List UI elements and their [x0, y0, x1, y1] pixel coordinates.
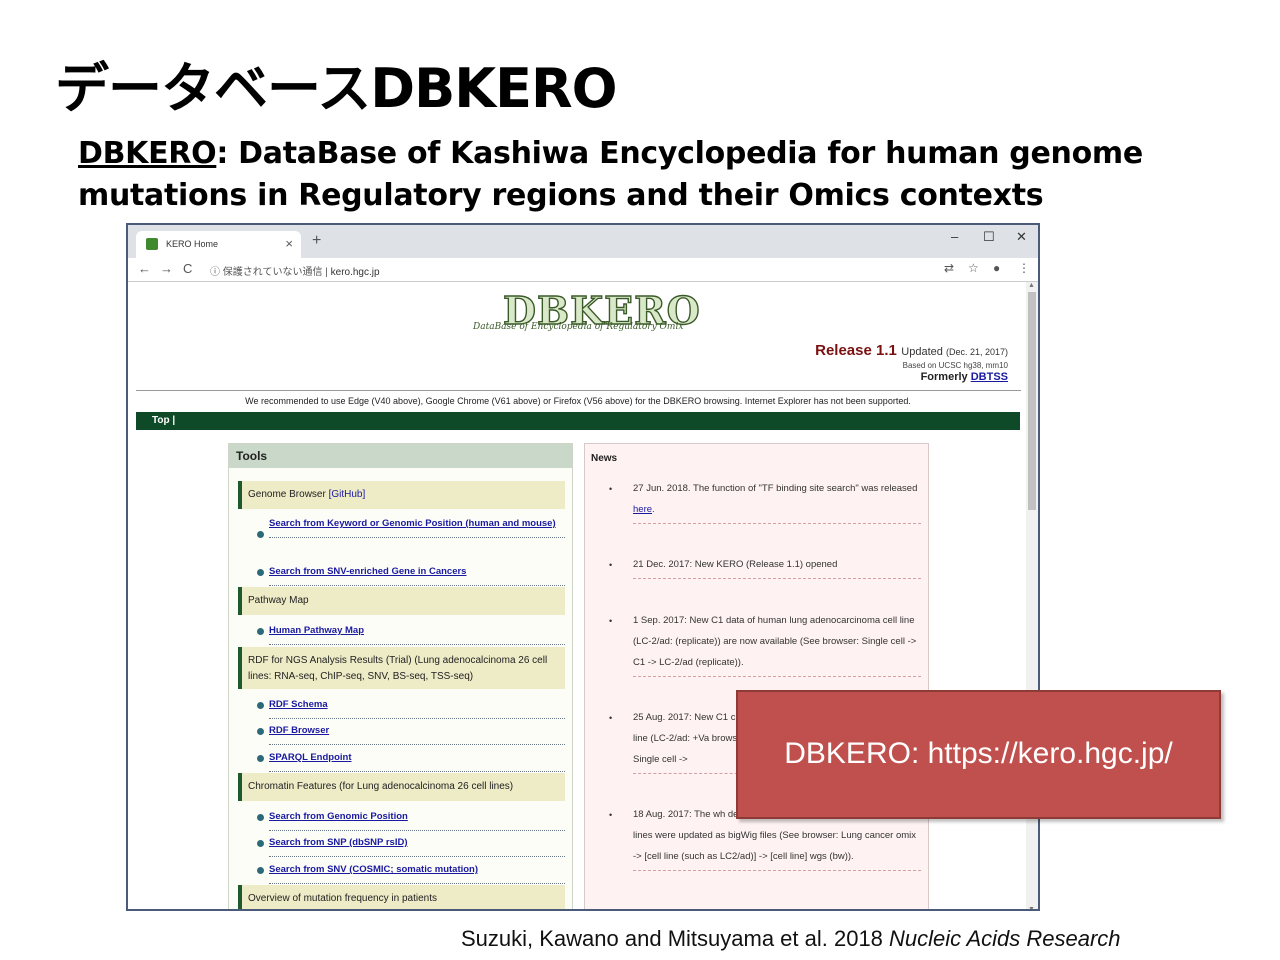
favicon-icon [146, 238, 158, 250]
news-bullet: • [609, 713, 613, 723]
bullet-icon [257, 755, 264, 762]
news-item: 1 Sep. 2017: New C1 data of human lung a… [633, 610, 921, 677]
info-icon: ⓘ [210, 267, 223, 278]
tab-bar: KERO Home × + – ☐ ✕ [128, 225, 1038, 258]
news-bullet: • [609, 616, 613, 626]
tools-panel: Tools Genome Browser [GitHub] Search fro… [228, 443, 573, 909]
nav-top-link[interactable]: Top | [152, 415, 175, 426]
bullet-icon [257, 867, 264, 874]
link-rdf-browser[interactable]: RDF Browser [269, 720, 565, 745]
link-rdf-schema[interactable]: RDF Schema [269, 694, 565, 719]
release-date: (Dec. 21, 2017) [945, 347, 1008, 357]
slide-title: データベースDBKERO [55, 57, 618, 120]
news-bullet: • [609, 484, 613, 494]
link-sparql-endpoint[interactable]: SPARQL Endpoint [269, 747, 565, 772]
link-human-pathway-map[interactable]: Human Pathway Map [269, 620, 565, 645]
close-tab-icon[interactable]: × [285, 236, 293, 251]
news-heading: News [591, 453, 618, 464]
github-link[interactable]: [GitHub] [329, 489, 366, 500]
maximize-icon[interactable]: ☐ [983, 229, 995, 245]
dbtss-link[interactable]: DBTSS [971, 371, 1008, 383]
security-label: 保護されていない通信 [222, 267, 323, 278]
link-snv-enriched[interactable]: Search from SNV-enriched Gene in Cancers [269, 561, 565, 586]
menu-icon[interactable]: ⋮ [1018, 261, 1030, 275]
tools-heading: Tools [229, 444, 572, 468]
browser-recommendation: We recommended to use Edge (V40 above), … [245, 396, 911, 406]
release-updated: Updated [901, 346, 943, 358]
section-mutation-overview: Overview of mutation frequency in patien… [238, 885, 565, 909]
link-snp[interactable]: Search from SNP (dbSNP rsID) [269, 832, 565, 857]
minimize-icon[interactable]: – [951, 229, 958, 244]
formerly-label: Formerly [920, 371, 968, 383]
bullet-icon [257, 628, 264, 635]
subtitle-acronym: DBKERO [78, 136, 217, 171]
header-divider [136, 390, 1021, 391]
url-separator: | [322, 267, 331, 278]
address-bar: ← → C ⓘ 保護されていない通信 | kero.hgc.jp ⇄ ☆ ● ⋮ [128, 258, 1038, 282]
top-nav-bar: Top | [136, 412, 1020, 430]
section-rdf: RDF for NGS Analysis Results (Trial) (Lu… [238, 647, 565, 689]
news-item: 27 Jun. 2018. The function of "TF bindin… [633, 478, 921, 524]
scroll-down-icon[interactable]: ▼ [1028, 906, 1035, 909]
news-bullet: • [609, 560, 613, 570]
slide-subtitle: DBKERO: DataBase of Kashiwa Encyclopedia… [78, 133, 1208, 217]
bullet-icon [257, 840, 264, 847]
translate-icon[interactable]: ⇄ [944, 261, 954, 275]
site-logo-subtitle: DataBase of Encyclopedia of Regulatory O… [473, 322, 684, 332]
close-window-icon[interactable]: ✕ [1016, 229, 1027, 245]
star-icon[interactable]: ☆ [968, 261, 979, 275]
subtitle-expansion: : DataBase of Kashiwa Encyclopedia for h… [78, 136, 1143, 213]
section-pathway-map: Pathway Map [238, 587, 565, 615]
scroll-thumb[interactable] [1028, 292, 1036, 510]
based-on: Based on UCSC hg38, mm10 [902, 361, 1008, 370]
citation-journal: Nucleic Acids Research [889, 926, 1121, 951]
news-item: 21 Dec. 2017: New KERO (Release 1.1) ope… [633, 554, 921, 579]
news-here-link[interactable]: here [633, 504, 652, 515]
url-host: kero.hgc.jp [330, 267, 380, 278]
citation-authors: Suzuki, Kawano and Mitsuyama et al. 2018 [461, 926, 890, 951]
release-version: Release 1.1 [815, 342, 897, 359]
section-genome-browser: Genome Browser [GitHub] [238, 481, 565, 509]
url-callout-box: DBKERO: https://kero.hgc.jp/ [736, 690, 1221, 819]
bullet-icon [257, 702, 264, 709]
tab-title: KERO Home [166, 239, 219, 249]
url-field[interactable]: ⓘ 保護されていない通信 | kero.hgc.jp [210, 263, 380, 278]
link-snv-cosmic[interactable]: Search from SNV (COSMIC; somatic mutatio… [269, 859, 565, 884]
citation: Suzuki, Kawano and Mitsuyama et al. 2018… [461, 926, 1121, 952]
reload-icon[interactable]: C [183, 261, 192, 276]
link-genomic-position[interactable]: Search from Genomic Position [269, 806, 565, 831]
profile-icon[interactable]: ● [993, 261, 1000, 275]
link-keyword-search[interactable]: Search from Keyword or Genomic Position … [269, 513, 565, 538]
news-panel: News • 27 Jun. 2018. The function of "TF… [584, 443, 929, 909]
scroll-up-icon[interactable]: ▲ [1028, 282, 1035, 289]
news-bullet: • [609, 810, 613, 820]
section-chromatin: Chromatin Features (for Lung adenocalcin… [238, 773, 565, 801]
news-item: 25 Aug. 2017: New C1 cell line (LC-2/ad:… [633, 707, 753, 774]
new-tab-icon[interactable]: + [312, 232, 321, 250]
bullet-icon [257, 814, 264, 821]
bullet-icon [257, 531, 264, 538]
browser-tab[interactable]: KERO Home × [136, 231, 301, 258]
bullet-icon [257, 569, 264, 576]
back-icon[interactable]: ← [138, 261, 151, 276]
bullet-icon [257, 728, 264, 735]
release-info: Release 1.1 Updated (Dec. 21, 2017) Base… [815, 342, 1008, 383]
forward-icon[interactable]: → [160, 261, 173, 276]
